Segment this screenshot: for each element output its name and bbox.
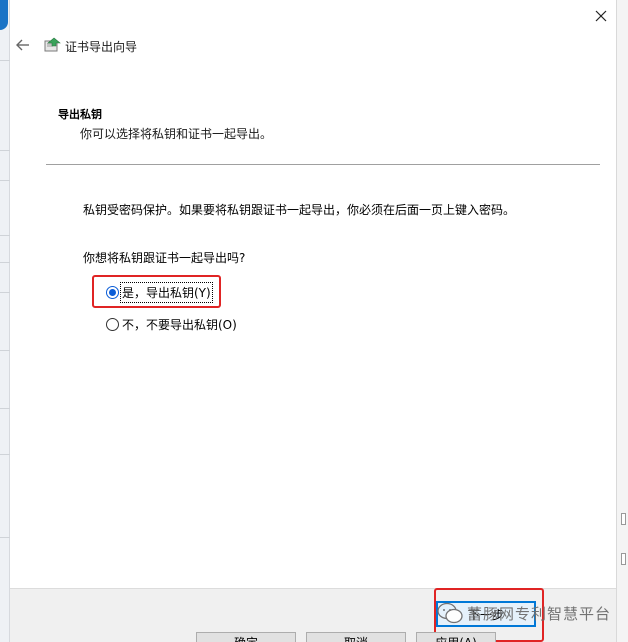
info-text: 私钥受密码保护。如果要将私钥跟证书一起导出，你必须在后面一页上键入密码。 — [83, 203, 516, 217]
background-divider — [0, 262, 10, 263]
close-icon — [595, 10, 607, 22]
back-button[interactable] — [14, 36, 32, 54]
certificate-icon — [44, 37, 61, 52]
header-divider — [46, 164, 600, 165]
background-window-left-edge — [0, 0, 10, 642]
radio-button-checked[interactable] — [106, 286, 119, 299]
apply-button[interactable]: 应用(A) — [416, 632, 496, 642]
background-divider — [0, 350, 10, 351]
next-button[interactable]: 下一步 — [436, 601, 536, 627]
window-title: 证书导出向导 — [65, 40, 138, 54]
background-divider — [0, 235, 10, 236]
background-control — [621, 513, 626, 525]
background-divider — [0, 537, 10, 538]
cancel-button-label: 取消 — [344, 634, 368, 642]
ok-button[interactable]: 确定 — [196, 632, 296, 642]
radio-button-unchecked[interactable] — [106, 318, 119, 331]
radio-label-no: 不，不要导出私钥(O) — [122, 318, 237, 332]
ok-button-label: 确定 — [234, 634, 258, 642]
close-button[interactable] — [590, 6, 612, 26]
back-arrow-icon — [16, 39, 29, 51]
next-button-label: 下一步 — [467, 607, 504, 622]
page-title: 导出私钥 — [58, 108, 102, 121]
certificate-export-wizard: 证书导出向导 导出私钥 你可以选择将私钥和证书一起导出。 私钥受密码保护。如果要… — [10, 0, 616, 642]
background-divider — [0, 408, 10, 409]
background-divider — [0, 180, 10, 181]
background-divider — [0, 60, 10, 61]
background-divider — [0, 292, 10, 293]
background-control — [621, 553, 626, 565]
radio-export-private-key[interactable]: 是，导出私钥(Y) — [106, 282, 213, 303]
question-text: 你想将私钥跟证书一起导出吗? — [83, 251, 246, 265]
cancel-button[interactable]: 取消 — [306, 632, 406, 642]
apply-button-label: 应用(A) — [435, 634, 477, 642]
background-divider — [0, 454, 10, 455]
background-window-right-edge — [616, 0, 628, 642]
radio-label-yes: 是，导出私钥(Y) — [120, 282, 213, 303]
background-divider — [0, 150, 10, 151]
page-description: 你可以选择将私钥和证书一起导出。 — [80, 127, 273, 141]
radio-no-export-private-key[interactable]: 不，不要导出私钥(O) — [106, 316, 237, 333]
background-app-icon — [0, 0, 8, 30]
